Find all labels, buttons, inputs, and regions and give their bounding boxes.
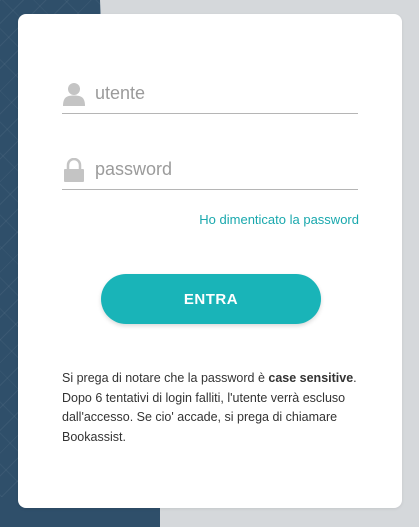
user-icon [63,82,85,106]
password-notice: Si prega di notare che la password è cas… [62,369,362,447]
username-input[interactable] [95,78,345,109]
notice-text-prefix: Si prega di notare che la password è [62,371,269,385]
password-field [62,150,358,190]
login-button[interactable]: ENTRA [101,274,321,324]
username-field [62,74,358,114]
forgot-password-link[interactable]: Ho dimenticato la password [199,212,359,227]
password-input[interactable] [95,154,345,185]
lock-icon [63,157,85,182]
login-card: Ho dimenticato la password ENTRA Si preg… [18,14,402,508]
notice-text-bold: case sensitive [268,371,354,385]
